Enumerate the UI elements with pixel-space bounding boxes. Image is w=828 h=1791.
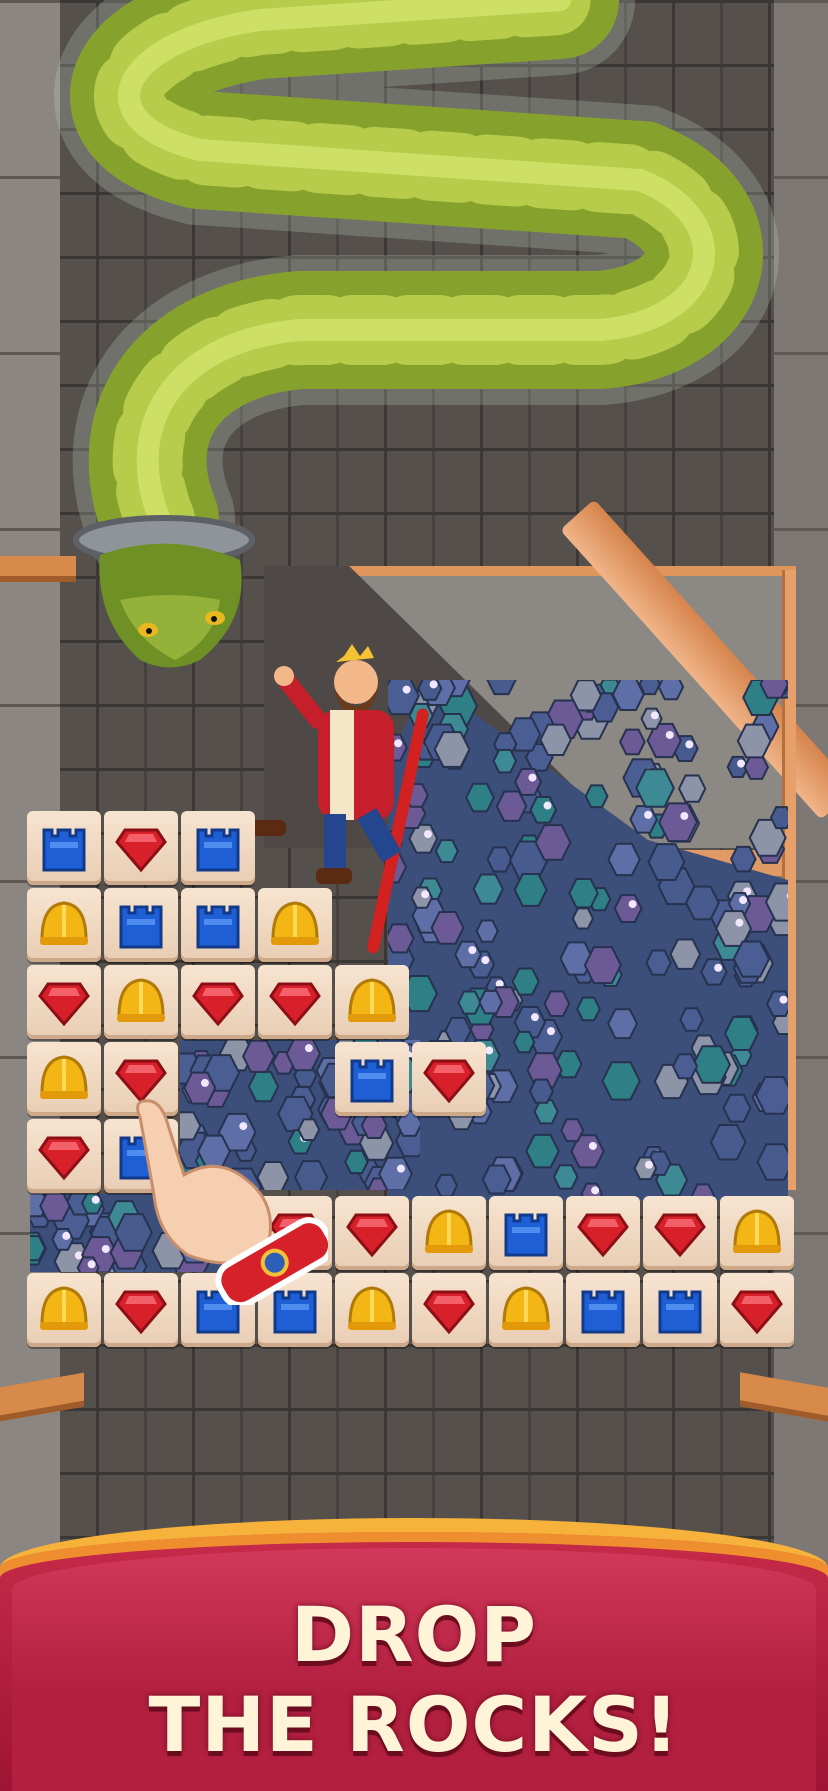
board-tile-gem[interactable] (258, 965, 332, 1039)
board-tile-castle[interactable] (566, 1273, 640, 1347)
board-tile-helmet[interactable] (720, 1196, 794, 1270)
gold-helmet-icon (348, 1286, 396, 1330)
blue-castle-icon (581, 1290, 625, 1334)
blue-castle-icon (42, 828, 86, 872)
blue-castle-icon (350, 1059, 394, 1103)
red-gem-icon (269, 982, 321, 1027)
blue-castle-icon (658, 1290, 702, 1334)
board-tile-castle[interactable] (643, 1273, 717, 1347)
board-tile-gem[interactable] (566, 1196, 640, 1270)
board-tile-helmet[interactable] (27, 888, 101, 962)
board-tile-gem[interactable] (104, 811, 178, 885)
gold-helmet-icon (40, 901, 88, 945)
gold-helmet-icon (502, 1286, 550, 1330)
banner-title-line2: THE ROCKS! (148, 1680, 680, 1769)
board-tile-gem[interactable] (335, 1196, 409, 1270)
blue-castle-icon (119, 905, 163, 949)
gold-helmet-icon (117, 978, 165, 1022)
board-tile-gem[interactable] (27, 965, 101, 1039)
king-character (250, 644, 402, 884)
red-gem-icon (577, 1213, 629, 1258)
board-tile-helmet[interactable] (27, 1273, 101, 1347)
board-tile-gem[interactable] (412, 1042, 486, 1116)
snake (54, 0, 779, 668)
board-tile-helmet[interactable] (489, 1273, 563, 1347)
board-tile-castle[interactable] (104, 888, 178, 962)
board-tile-helmet[interactable] (27, 1042, 101, 1116)
gold-helmet-icon (271, 901, 319, 945)
red-gem-icon (38, 1136, 90, 1181)
red-gem-icon (115, 828, 167, 873)
board-tile-helmet[interactable] (104, 965, 178, 1039)
banner-title-line1: DROP (291, 1590, 537, 1679)
board-tile-castle[interactable] (489, 1196, 563, 1270)
board-tile-castle[interactable] (181, 811, 255, 885)
gold-helmet-icon (425, 1209, 473, 1253)
red-gem-icon (192, 982, 244, 1027)
board-tile-castle[interactable] (27, 811, 101, 885)
board-tile-gem[interactable] (643, 1196, 717, 1270)
snake-head (99, 543, 242, 668)
board-tile-castle[interactable] (335, 1042, 409, 1116)
red-gem-icon (654, 1213, 706, 1258)
gold-helmet-icon (348, 978, 396, 1022)
board-tile-gem[interactable] (27, 1119, 101, 1193)
board-tile-helmet[interactable] (335, 1273, 409, 1347)
gold-helmet-icon (40, 1286, 88, 1330)
board-tile-gem[interactable] (412, 1273, 486, 1347)
red-gem-icon (423, 1290, 475, 1335)
gold-helmet-icon (40, 1055, 88, 1099)
board-tile-helmet[interactable] (412, 1196, 486, 1270)
board-tile-helmet[interactable] (335, 965, 409, 1039)
red-gem-icon (38, 982, 90, 1027)
rock-pile-main (388, 680, 788, 1200)
gold-helmet-icon (733, 1209, 781, 1253)
board-tile-gem[interactable] (181, 965, 255, 1039)
tutorial-hand-pointer (136, 1099, 328, 1305)
blue-castle-icon (504, 1213, 548, 1257)
red-gem-icon (423, 1059, 475, 1104)
blue-castle-icon (196, 828, 240, 872)
red-gem-icon (731, 1290, 783, 1335)
board-tile-gem[interactable] (720, 1273, 794, 1347)
board-tile-castle[interactable] (181, 888, 255, 962)
red-gem-icon (346, 1213, 398, 1258)
board-tile-helmet[interactable] (258, 888, 332, 962)
blue-castle-icon (196, 905, 240, 949)
